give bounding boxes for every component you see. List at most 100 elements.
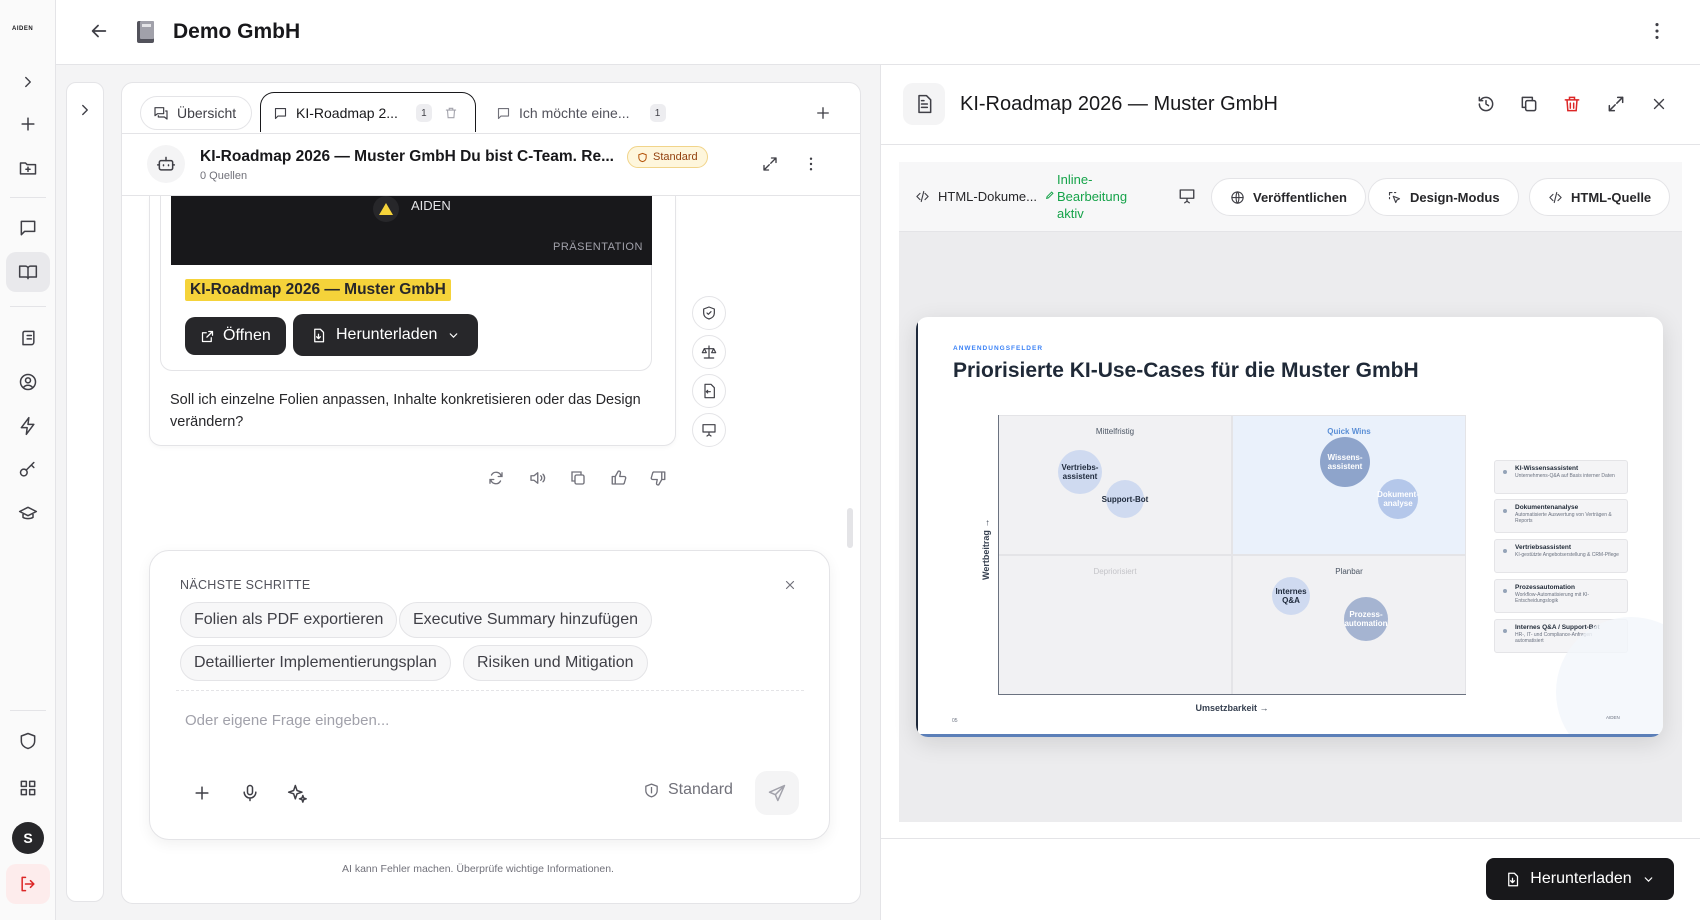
file-type-label: HTML-Dokume... [915,189,1037,204]
logout-button[interactable] [6,864,50,904]
thumbs-up-icon [611,470,627,485]
bubble-internes-qa: Internes Q&A [1272,577,1310,615]
slide-title: Priorisierte KI-Use-Cases für die Muster… [953,359,1419,382]
chat-input[interactable]: Oder eigene Frage eingeben... [185,712,389,729]
use-case-desc: Unternehmens-Q&A auf Basis interner Date… [1515,473,1615,479]
publish-button[interactable]: Veröffentlichen [1211,178,1366,216]
send-button[interactable] [755,771,799,815]
back-button[interactable] [88,20,110,42]
assistant-text-line: verändern? [170,414,244,430]
quadrant-label: Planbar [1335,567,1363,576]
chat-more-button[interactable] [802,155,820,173]
quadrant-label: Mittelfristig [1095,427,1135,436]
close-panel-button[interactable] [1650,95,1668,113]
expand-sources-button[interactable] [76,101,94,119]
compare-button[interactable] [692,335,726,369]
bullet-dot [1503,509,1507,513]
assistant-text: Soll ich einzelne Folien anpassen, Inhal… [170,389,641,433]
panel-divider [881,144,1700,145]
slide-bottom-bar [916,734,1663,737]
security-button[interactable] [6,721,50,761]
attach-button[interactable] [192,783,212,803]
thumbs-up-button[interactable] [610,469,628,487]
scale-icon [701,345,717,359]
expand-chat-button[interactable] [761,155,779,173]
bot-icon [156,156,176,171]
assistants-button[interactable] [6,362,50,402]
duplicate-button[interactable] [1519,94,1539,114]
suggestion-chip[interactable]: Detaillierter Implementierungsplan [180,645,451,681]
tab-request[interactable]: Ich möchte eine... 1 [496,96,666,130]
close-suggestions-button[interactable] [783,578,797,592]
read-aloud-button[interactable] [528,469,546,487]
slide-preview[interactable]: ANWENDUNGSFELDER Priorisierte KI-Use-Cas… [916,317,1663,737]
automations-button[interactable] [6,406,50,446]
speaker-icon [530,472,546,484]
enhance-prompt-button[interactable] [287,783,307,803]
chevron-right-icon [25,76,31,88]
code-icon [916,190,929,203]
new-chat-button[interactable] [6,104,50,144]
download-button[interactable]: Herunterladen [1486,858,1674,900]
scroll-handle[interactable] [847,508,853,548]
library-button[interactable] [6,252,50,292]
zap-icon [20,416,35,436]
y-axis-line [998,415,999,695]
copy-button[interactable] [569,469,587,487]
document-icon-box [903,83,945,125]
design-mode-button[interactable]: Design-Modus [1368,178,1519,216]
more-menu-button[interactable] [1646,20,1668,42]
regenerate-button[interactable] [487,469,505,487]
mode-badge[interactable]: Standard [627,146,708,168]
sources-count[interactable]: 0 Quellen [200,170,247,182]
suggestion-chip[interactable]: Executive Summary hinzufügen [399,602,652,638]
presentation-mode-button[interactable] [1178,187,1196,205]
use-case-card: Prozessautomation Workflow-Automatisieru… [1494,579,1628,613]
publish-label: Veröffentlichen [1253,189,1347,205]
delete-button[interactable] [1562,94,1582,114]
thumbs-down-button[interactable] [649,469,667,487]
mode-selector[interactable]: Standard [643,781,733,799]
history-icon [1478,96,1494,112]
suggestion-chip[interactable]: Folien als PDF exportieren [180,602,398,638]
trash-icon[interactable] [444,106,458,120]
slide-eyebrow: ANWENDUNGSFELDER [953,345,1044,352]
download-dropdown-button[interactable]: Herunterladen [293,314,479,356]
rail-divider [10,197,46,198]
next-steps-heading: NÄCHSTE SCHRITTE [180,578,311,592]
html-source-button[interactable]: HTML-Quelle [1529,178,1671,216]
use-case-desc: KI-gestützte Angebotserstellung & CRM-Pf… [1515,552,1619,558]
user-avatar[interactable]: S [12,822,44,854]
bubble-dokumentanalyse: Dokument- analyse [1377,479,1419,519]
rail-logo: AIDEN [12,26,34,32]
file-download-icon [314,328,325,342]
document-preview[interactable]: AIDEN PRÄSENTATION [171,196,652,265]
export-button[interactable] [692,374,726,408]
design-mode-label: Design-Modus [1410,189,1500,205]
voice-input-button[interactable] [240,783,260,803]
open-document-button[interactable]: Öffnen [185,317,286,355]
file-download-icon [1508,872,1519,886]
composer-divider [176,690,804,691]
api-keys-button[interactable] [6,450,50,490]
bullet-dot [1503,629,1507,633]
cursor-select-icon [1388,191,1401,203]
expand-rail-button[interactable] [6,62,50,102]
book-open-icon [18,265,38,280]
document-title: KI-Roadmap 2026 — Muster GmbH [960,93,1278,115]
suggestion-chip[interactable]: Risiken und Mitigation [463,645,648,681]
download-label: Herunterladen [336,326,438,343]
new-folder-button[interactable] [6,148,50,188]
present-button[interactable] [692,413,726,447]
y-axis-label: Wertbeitrag → [981,518,991,580]
log-out-icon [21,876,35,892]
academy-button[interactable] [6,494,50,534]
apps-button[interactable] [6,768,50,808]
new-tab-button[interactable] [814,104,832,122]
key-icon [19,461,35,477]
version-history-button[interactable] [1476,94,1496,114]
verify-button[interactable] [692,296,726,330]
fullscreen-button[interactable] [1606,94,1626,114]
prompts-button[interactable] [6,318,50,358]
chats-button[interactable] [6,208,50,248]
